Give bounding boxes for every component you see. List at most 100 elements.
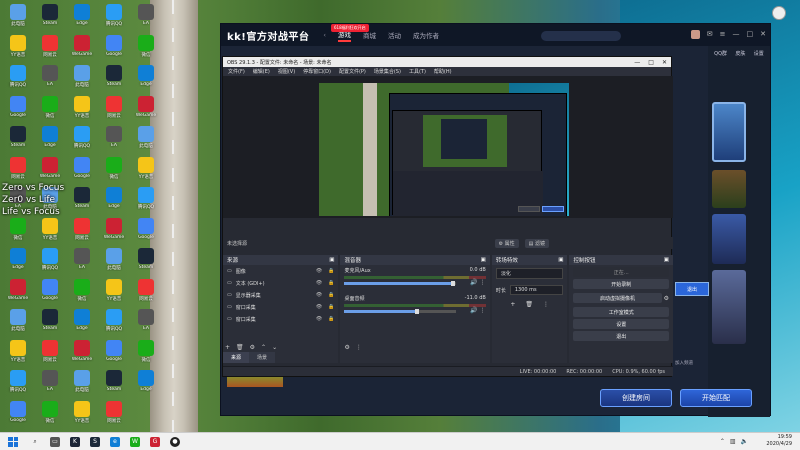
visibility-icon[interactable]: 👁 [316, 280, 322, 286]
close-icon[interactable]: ✕ [760, 30, 766, 39]
filters-button[interactable]: ▤ 滤镜 [524, 238, 549, 248]
desktop-icon[interactable]: 微信 [34, 95, 66, 126]
kk-game-tile-1[interactable] [712, 102, 746, 162]
desktop-icon[interactable]: Edge [66, 309, 98, 339]
desktop-icon[interactable]: EA [130, 309, 162, 339]
desktop-icon[interactable]: WeGame [66, 34, 98, 65]
chevron-up-icon[interactable]: ⌃ [720, 438, 725, 445]
studio-mode-button[interactable]: 工作室模式 [573, 307, 669, 317]
search-icon[interactable]: ⌕ [30, 437, 40, 447]
desktop-icon[interactable]: YY语音 [2, 339, 34, 370]
kk-taskbar-icon[interactable]: K [70, 436, 80, 447]
down-icon[interactable]: ⌄ [272, 344, 277, 351]
kk-game-tile-4[interactable] [712, 270, 746, 344]
menu-profile[interactable]: 配置文件(P) [339, 68, 366, 75]
desktop-icon[interactable]: WeGame [34, 156, 66, 187]
menu-edit[interactable]: 编辑(E) [253, 68, 270, 75]
minimize-icon[interactable]: — [634, 59, 640, 66]
desktop-icon[interactable]: 此电脑 [98, 248, 130, 278]
desktop-icon[interactable]: 微信 [2, 217, 34, 248]
virtual-camera-button[interactable]: 启动虚拟摄像机 [573, 293, 662, 303]
desktop-icon[interactable]: Edge [2, 248, 34, 278]
visibility-icon[interactable]: 👁 [316, 316, 322, 322]
desktop-icon[interactable]: EA [66, 248, 98, 278]
desktop-icon[interactable]: WeGame [98, 217, 130, 248]
tab-qq-group[interactable]: QQ群 [714, 50, 727, 57]
more-icon[interactable]: ⋮ [356, 344, 362, 351]
gear-icon[interactable]: ⚙ [664, 295, 669, 302]
gear-icon[interactable]: ⚙ [250, 344, 255, 351]
desktop-icon[interactable]: 网易云 [98, 95, 130, 126]
desktop-icon[interactable]: YY语音 [2, 34, 34, 65]
desktop-icon[interactable]: 此电脑 [2, 309, 34, 339]
desktop-icon[interactable]: 网易云 [34, 34, 66, 65]
desktop-icon[interactable]: YY语音 [66, 400, 98, 431]
desktop-icon[interactable]: 此电脑 [2, 4, 34, 34]
desktop-icon[interactable]: 腾讯QQ [66, 126, 98, 156]
visibility-icon[interactable]: 👁 [316, 268, 322, 274]
steam-taskbar-icon[interactable]: S [90, 436, 100, 447]
trash-icon[interactable]: 🗑 [525, 301, 533, 308]
desktop-icon[interactable]: 微信 [130, 339, 162, 370]
desktop-icon[interactable]: 此电脑 [66, 65, 98, 95]
desktop-icon[interactable]: WeGame [66, 339, 98, 370]
desktop-icon[interactable]: EA [34, 370, 66, 400]
desktop-icon[interactable]: WeGame [130, 95, 162, 126]
up-icon[interactable]: ⌃ [261, 344, 266, 351]
desktop-icon[interactable]: EA [130, 4, 162, 34]
desktop-icon[interactable]: 此电脑 [130, 126, 162, 156]
wechat-taskbar-icon[interactable]: W [130, 436, 140, 447]
desktop-icon[interactable]: Edge [130, 65, 162, 95]
transition-type-select[interactable]: 淡化 [495, 268, 564, 279]
menu-scene-collection[interactable]: 场景集合(S) [374, 68, 401, 75]
desktop-icon[interactable]: 网易云 [130, 278, 162, 309]
close-icon[interactable]: ✕ [662, 59, 667, 66]
clock[interactable]: 19:59 2020/4/29 [766, 434, 792, 448]
desktop-icon[interactable]: 微信 [130, 34, 162, 65]
more-icon[interactable]: ⋮ [543, 301, 549, 308]
volume-icon[interactable]: 🔈 [741, 438, 748, 445]
volume-slider[interactable] [344, 281, 457, 286]
edge-taskbar-icon[interactable]: e [110, 436, 120, 447]
desktop-icon[interactable]: Steam [34, 309, 66, 339]
menu-docks[interactable]: 停靠窗口(D) [303, 68, 331, 75]
source-item[interactable]: ▭ 文本 (GDI+) 👁 🔒 [223, 277, 338, 289]
kk-game-tile-3[interactable] [712, 214, 746, 264]
desktop-icon[interactable]: 腾讯QQ [2, 370, 34, 400]
avatar[interactable] [690, 30, 700, 39]
source-item[interactable]: ▭ 窗口采集 👁 🔒 [223, 313, 338, 325]
settings-button[interactable]: 设置 [573, 319, 669, 329]
kk-game-tile-2[interactable] [712, 170, 746, 208]
desktop-icon[interactable]: YY语音 [66, 95, 98, 126]
speaker-icon[interactable]: 🔊 ⋮ [470, 279, 485, 286]
desktop-icon[interactable]: 此电脑 [66, 370, 98, 400]
desktop-icon[interactable]: Steam [130, 248, 162, 278]
desktop-icon[interactable]: Google [98, 339, 130, 370]
tab-settings[interactable]: 设置 [754, 50, 764, 57]
speaker-icon[interactable]: 🔊 ⋮ [470, 307, 485, 314]
obs-preview-area[interactable] [223, 76, 673, 218]
source-item[interactable]: ▭ 显示器采集 👁 🔒 [223, 289, 338, 301]
kk-nav-events[interactable]: 活动 [388, 30, 401, 40]
trash-icon[interactable]: 🗑 [236, 344, 244, 351]
dock-float-icon[interactable]: ▣ [558, 257, 563, 263]
desktop-icon[interactable]: Steam [66, 187, 98, 217]
add-icon[interactable]: + [225, 344, 230, 351]
desktop-icon[interactable]: WeGame [2, 278, 34, 309]
exit-button[interactable]: 退出 [573, 331, 669, 341]
properties-button[interactable]: ⚙ 属性 [494, 238, 519, 248]
mail-icon[interactable]: ✉ [707, 30, 713, 39]
obs-taskbar-icon[interactable]: ● [170, 436, 180, 447]
desktop-icon[interactable]: 微信 [98, 156, 130, 187]
desktop-icon[interactable]: 网易云 [98, 400, 130, 431]
desktop-icon[interactable]: 腾讯QQ [98, 309, 130, 339]
volume-slider[interactable] [344, 309, 457, 314]
source-item[interactable]: ▭ 图像 👁 🔒 [223, 265, 338, 277]
edge-app-icon[interactable] [772, 6, 786, 20]
transition-duration-input[interactable]: 1300 ms [509, 285, 564, 295]
kk-exit-button[interactable]: 退出 [675, 282, 709, 296]
add-icon[interactable]: + [510, 301, 515, 308]
desktop-icon[interactable]: 网易云 [2, 156, 34, 187]
desktop-icon[interactable]: 腾讯QQ [98, 4, 130, 34]
desktop-icon[interactable]: 腾讯QQ [34, 248, 66, 278]
